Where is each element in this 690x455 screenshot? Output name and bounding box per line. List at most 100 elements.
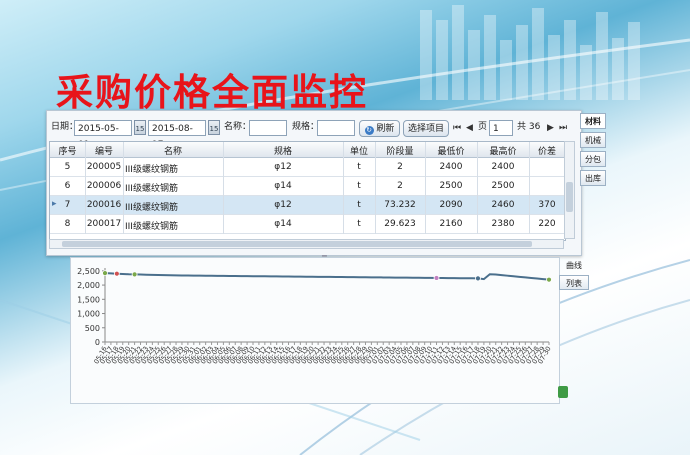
cell-unit: t xyxy=(357,181,361,191)
cell-no: 7 xyxy=(64,200,71,210)
grid-header: 序号 编号 名称 规格 单位 阶段量 最低价 最高价 价差 xyxy=(50,142,565,158)
column-divider xyxy=(85,142,86,234)
y-tick-label: 1,000 xyxy=(77,310,100,319)
cell-no: 8 xyxy=(64,219,71,229)
cell-max: 2380 xyxy=(491,219,515,229)
spec-label: 规格： xyxy=(292,122,320,132)
cell-spec: φ12 xyxy=(274,200,292,210)
header-max-price[interactable]: 最高价 xyxy=(477,144,529,157)
refresh-label: 刷新 xyxy=(376,124,395,134)
table-row[interactable]: 6 200006 III级螺纹钢筋 φ14 t 2 2500 2500 xyxy=(50,177,565,196)
refresh-button[interactable]: ↻ 刷新 xyxy=(359,120,400,137)
cell-name: III级螺纹钢筋 xyxy=(125,203,178,213)
side-tab[interactable]: 材料 xyxy=(580,113,606,129)
page-label: 页 xyxy=(478,122,488,132)
header-qty[interactable]: 阶段量 xyxy=(375,144,425,157)
page-title: 采购价格全面监控 xyxy=(56,71,368,114)
calendar-icon[interactable]: 15 xyxy=(134,120,146,135)
data-point xyxy=(113,270,120,277)
column-divider xyxy=(425,142,426,234)
chart-tab[interactable]: 曲线 xyxy=(559,258,589,273)
cell-min: 2500 xyxy=(439,181,463,191)
price-chart-panel: 0 500 1,000 1,500 2,000 2,500 05-16 05-17 05-18 0… xyxy=(70,257,560,404)
cell-no: 5 xyxy=(64,162,71,172)
y-tick-label: 500 xyxy=(85,324,100,333)
cell-name: III级螺纹钢筋 xyxy=(125,184,178,194)
cell-min: 2090 xyxy=(439,200,463,210)
date-from-input[interactable]: 2015-05-01 xyxy=(74,120,132,150)
column-divider xyxy=(123,142,124,234)
cell-unit: t xyxy=(357,200,361,210)
data-point xyxy=(546,276,552,283)
cell-unit: t xyxy=(357,162,361,172)
cell-name: III级螺纹钢筋 xyxy=(125,222,178,232)
cell-code: 200005 xyxy=(86,162,122,172)
header-unit[interactable]: 单位 xyxy=(343,144,375,157)
cell-diff: 370 xyxy=(538,200,556,210)
header-spec[interactable]: 规格 xyxy=(223,144,343,157)
header-no[interactable]: 序号 xyxy=(50,144,85,157)
price-line-chart: 05001,0001,5002,0002,50005-1605-1705-180… xyxy=(77,267,553,366)
header-code[interactable]: 编号 xyxy=(85,144,123,157)
first-page-icon[interactable]: ⏮ xyxy=(453,123,461,133)
cell-max: 2400 xyxy=(491,162,515,172)
cell-qty: 2 xyxy=(397,162,403,172)
excel-export-icon[interactable] xyxy=(558,386,568,398)
column-divider xyxy=(343,142,344,234)
cell-diff: 220 xyxy=(538,219,556,229)
toolbar: 日期： 2015-05-01 15 2015-08-17 15 名称： 规格： … xyxy=(47,111,581,150)
column-divider xyxy=(375,142,376,234)
spec-input[interactable] xyxy=(317,120,355,136)
select-items-button[interactable]: 选择项目 xyxy=(403,120,449,137)
cell-no: 6 xyxy=(64,181,71,191)
cell-unit: t xyxy=(357,219,361,229)
data-grid: 序号 编号 名称 规格 单位 阶段量 最低价 最高价 价差 5 200005 III… xyxy=(49,141,566,241)
calendar-icon[interactable]: 15 xyxy=(208,120,220,135)
y-tick-label: 2,500 xyxy=(77,267,100,276)
table-row[interactable]: 8 200017 III级螺纹钢筋 φ14 t 29.623 2160 2380 220 xyxy=(50,215,565,234)
table-row[interactable]: 5 200005 III级螺纹钢筋 φ12 t 2 2400 2400 xyxy=(50,158,565,177)
y-tick-label: 2,000 xyxy=(77,281,100,290)
header-min-price[interactable]: 最低价 xyxy=(425,144,477,157)
y-tick-label: 0 xyxy=(95,338,100,347)
name-input[interactable] xyxy=(249,120,287,136)
query-window: 日期： 2015-05-01 15 2015-08-17 15 名称： 规格： … xyxy=(46,110,582,256)
price-series-line xyxy=(104,272,550,281)
table-row[interactable]: ▸ 7 200016 III级螺纹钢筋 φ12 t 73.232 2090 2460 370 xyxy=(50,196,565,215)
cell-spec: φ14 xyxy=(274,181,292,191)
next-page-icon[interactable]: ▶ xyxy=(547,123,554,133)
cell-code: 200006 xyxy=(86,181,122,191)
cell-qty: 29.623 xyxy=(384,219,416,229)
cell-max: 2460 xyxy=(491,200,515,210)
side-tab[interactable]: 出库 xyxy=(580,170,606,186)
prev-page-icon[interactable]: ◀ xyxy=(466,123,473,133)
column-divider xyxy=(223,142,224,234)
data-point xyxy=(102,270,108,277)
chart-tab[interactable]: 列表 xyxy=(559,275,589,290)
y-tick-label: 1,500 xyxy=(77,295,100,304)
side-tab[interactable]: 分包 xyxy=(580,151,606,167)
total-pages: 共 36 xyxy=(517,122,541,132)
header-name[interactable]: 名称 xyxy=(123,144,223,157)
cell-spec: φ14 xyxy=(274,219,292,229)
cell-qty: 2 xyxy=(397,181,403,191)
column-divider xyxy=(477,142,478,234)
date-to-input[interactable]: 2015-08-17 xyxy=(148,120,206,150)
header-diff[interactable]: 价差 xyxy=(529,144,565,157)
vertical-scrollbar[interactable] xyxy=(564,141,575,239)
name-label: 名称： xyxy=(224,122,252,132)
column-divider xyxy=(529,142,530,234)
last-page-icon[interactable]: ⏭ xyxy=(559,123,567,133)
cell-max: 2500 xyxy=(491,181,515,191)
page-input[interactable]: 1 xyxy=(489,120,513,136)
cell-min: 2400 xyxy=(439,162,463,172)
horizontal-scrollbar[interactable] xyxy=(49,239,564,249)
cell-min: 2160 xyxy=(439,219,463,229)
scroll-thumb[interactable] xyxy=(62,241,532,247)
cell-code: 200017 xyxy=(86,219,122,229)
cell-code: 200016 xyxy=(86,200,122,210)
scroll-thumb[interactable] xyxy=(566,182,573,212)
side-tab[interactable]: 机械 xyxy=(580,132,606,148)
refresh-icon: ↻ xyxy=(364,126,374,135)
cell-qty: 73.232 xyxy=(384,200,416,210)
